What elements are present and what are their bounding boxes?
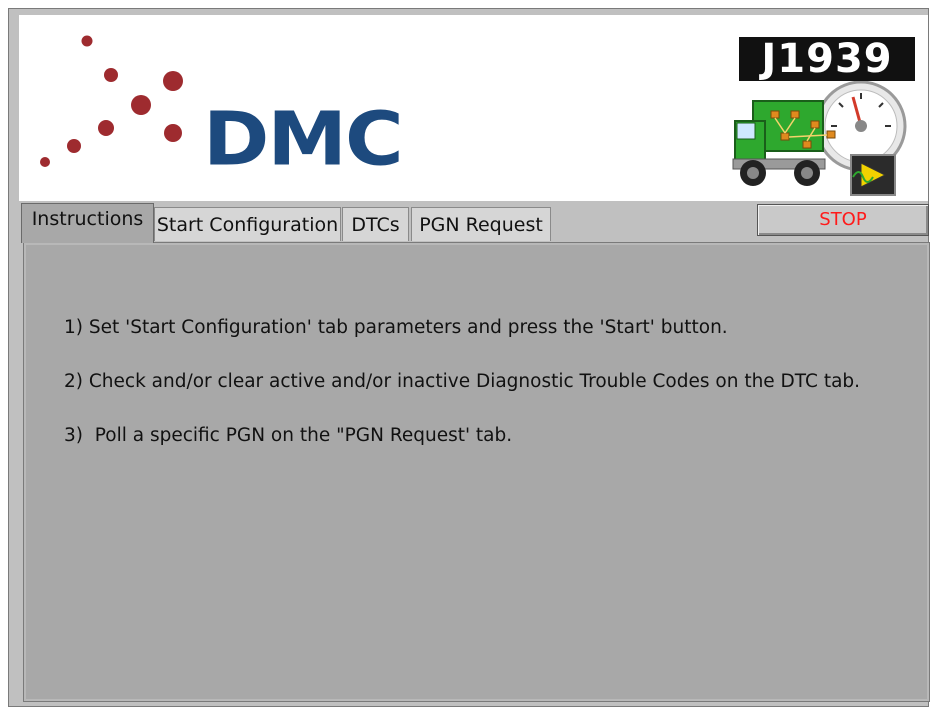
instructions-panel: 1) Set 'Start Configuration' tab paramet… <box>23 242 930 702</box>
company-logo-text: DMC <box>203 96 404 183</box>
stop-button[interactable]: STOP <box>757 204 929 236</box>
instruction-step-3: 3) Poll a specific PGN on the "PGN Reque… <box>64 425 513 446</box>
dmc-dots-logo-icon <box>40 35 183 167</box>
instruction-step-2: 2) Check and/or clear active and/or inac… <box>64 371 861 392</box>
tab-start-configuration[interactable]: Start Configuration <box>154 207 341 241</box>
tab-dtcs[interactable]: DTCs <box>342 207 409 241</box>
tab-pgn-request[interactable]: PGN Request <box>411 207 551 241</box>
truck-gauge-icon <box>732 81 907 196</box>
j1939-badge: J1939 <box>739 37 915 81</box>
app-window: DMC J1939 Instructions Start Configurati… <box>8 8 930 707</box>
instruction-step-1: 1) Set 'Start Configuration' tab paramet… <box>64 317 728 338</box>
tab-instructions[interactable]: Instructions <box>21 203 154 243</box>
header-banner: DMC J1939 <box>19 15 928 201</box>
labview-icon <box>850 154 896 196</box>
